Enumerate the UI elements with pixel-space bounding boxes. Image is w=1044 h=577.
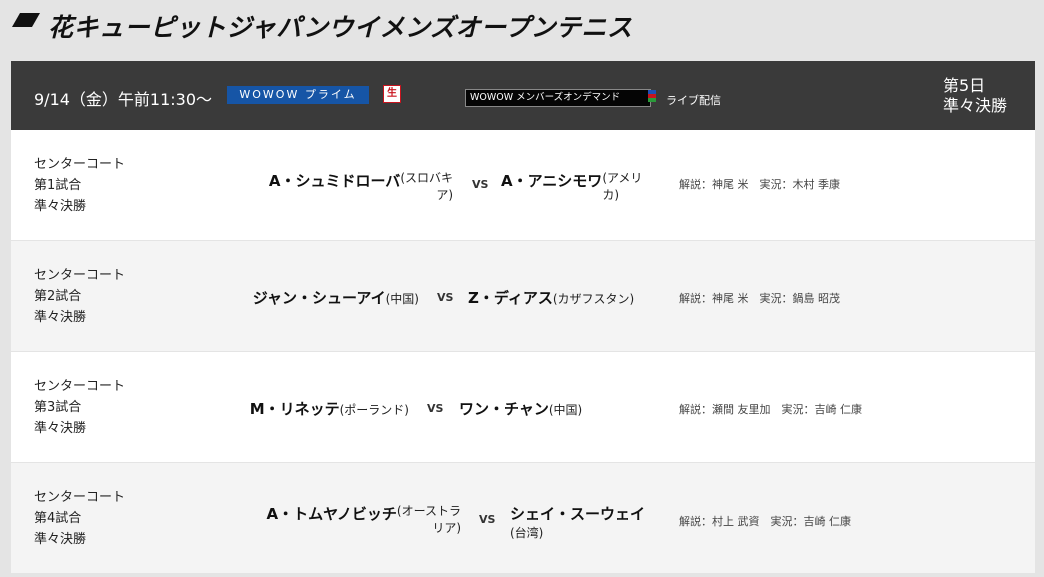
player-2-country: (中国) [548, 403, 583, 417]
page-title-bar: 花キューピットジャパンウイメンズオープンテニス [0, 0, 1044, 60]
court-name: センターコート [34, 157, 126, 172]
player-1-name: M・リネッテ [249, 400, 340, 418]
player-1: ジャン・シューアイ(中国) [253, 287, 419, 308]
match-row: センターコート 第3試合 準々決勝 M・リネッテ(ポーランド) VS ワン・チャ… [11, 352, 1035, 462]
player-2-name: ワン・チャン [459, 400, 549, 418]
commentators: 解説：神尾 米 実況：鍋島 昭茂 [679, 292, 840, 305]
vs-label: VS [427, 402, 444, 415]
match-row: センターコート 第1試合 準々決勝 A・シュミドローバ(スロバキ ア) VS A・… [11, 130, 1035, 240]
page-title: 花キューピットジャパンウイメンズオープンテニス [48, 13, 633, 42]
player-1-name: A・シュミドローバ [268, 172, 401, 190]
player-1-country: (中国) [385, 292, 419, 306]
channel-badge: WOWOW プライム [227, 86, 369, 104]
match-info: センターコート 第2試合 準々決勝 [34, 265, 125, 328]
schedule-header: 9/14（金）午前11:30～ WOWOW プライム 生 WOWOW メンバーズ… [11, 61, 1035, 130]
player-2: シェイ・スーウェイ (台湾) [510, 503, 645, 541]
match-row: センターコート 第2試合 準々決勝 ジャン・シューアイ(中国) VS Z・ディア… [11, 241, 1035, 351]
player-1-country: (ポーランド) [339, 403, 409, 417]
player-2: ワン・チャン(中国) [459, 398, 582, 419]
match-row: センターコート 第4試合 準々決勝 A・トムヤノビッチ(オーストラ リア) VS … [11, 463, 1035, 573]
player-2-name: Z・ディアス [468, 289, 553, 307]
player-2-country: (台湾) [510, 526, 544, 540]
ondemand-badge: WOWOW メンバーズオンデマンド [465, 89, 651, 107]
player-1: A・シュミドローバ(スロバキ ア) [269, 170, 453, 204]
commentators: 解説：村上 武資 実況：吉崎 仁康 [679, 515, 851, 528]
commentators: 解説：神尾 米 実況：木村 季康 [679, 178, 840, 191]
live-mark-badge: 生 [383, 85, 401, 103]
player-2: Z・ディアス(カザフスタン) [468, 287, 634, 308]
player-2-name: シェイ・スーウェイ [510, 505, 646, 523]
match-round: 準々決勝 [34, 310, 87, 325]
match-round: 準々決勝 [34, 199, 87, 214]
round-name: 準々決勝 [943, 96, 1008, 115]
court-name: センターコート [34, 268, 126, 283]
player-1-name: ジャン・シューアイ [252, 289, 386, 307]
match-number: 第2試合 [34, 289, 82, 304]
match-info: センターコート 第4試合 準々決勝 [34, 487, 125, 550]
player-1: A・トムヤノビッチ(オーストラ リア) [266, 503, 461, 537]
match-number: 第4試合 [34, 511, 82, 526]
match-info: センターコート 第1試合 準々決勝 [34, 154, 125, 217]
vs-label: VS [479, 513, 496, 526]
day-round-label: 第5日 準々決勝 [943, 76, 1007, 116]
day-number: 第5日 [943, 76, 986, 95]
slash-mark-icon [12, 13, 40, 27]
player-2-country: (アメリ カ) [602, 171, 643, 202]
vs-label: VS [437, 291, 454, 304]
match-number: 第3試合 [34, 400, 82, 415]
match-number: 第1試合 [34, 178, 82, 193]
player-1: M・リネッテ(ポーランド) [250, 398, 409, 419]
player-1-name: A・トムヤノビッチ [266, 505, 397, 523]
court-name: センターコート [34, 490, 126, 505]
player-2-name: A・アニシモワ [501, 172, 603, 190]
player-2: A・アニシモワ(アメリ カ) [501, 170, 642, 204]
ondemand-stripes-icon [648, 90, 656, 106]
vs-label: VS [472, 178, 489, 191]
court-name: センターコート [34, 379, 126, 394]
broadcast-date-time: 9/14（金）午前11:30～ [34, 90, 213, 109]
match-info: センターコート 第3試合 準々決勝 [34, 376, 125, 439]
live-stream-label: ライブ配信 [666, 94, 721, 107]
match-round: 準々決勝 [34, 421, 87, 436]
player-2-country: (カザフスタン) [552, 292, 635, 306]
player-1-country: (スロバキ ア) [400, 171, 453, 202]
match-round: 準々決勝 [34, 532, 87, 547]
commentators: 解説：瀬間 友里加 実況：吉崎 仁康 [679, 403, 862, 416]
player-1-country: (オーストラ リア) [396, 504, 461, 535]
